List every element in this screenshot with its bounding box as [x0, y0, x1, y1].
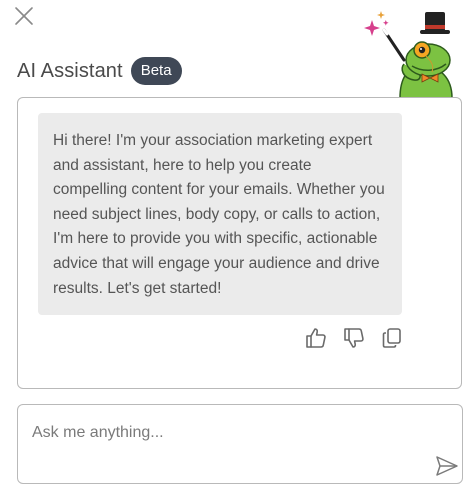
copy-icon	[382, 328, 401, 348]
mascot-illustration	[360, 8, 460, 99]
message-input[interactable]	[32, 419, 412, 447]
send-icon	[436, 456, 458, 476]
close-button[interactable]	[12, 4, 36, 28]
assistant-header: AI Assistant Beta	[17, 57, 182, 85]
send-button[interactable]	[435, 455, 459, 477]
thumbs-up-icon	[306, 328, 326, 348]
message-composer[interactable]	[17, 404, 463, 484]
thumbs-down-icon	[344, 328, 364, 348]
thumbs-up-button[interactable]	[304, 326, 328, 350]
chat-panel[interactable]: Hi there! I'm your association marketing…	[17, 97, 462, 389]
message-actions	[304, 326, 404, 350]
frog-magician-mascot	[364, 11, 453, 99]
beta-badge: Beta	[130, 57, 182, 85]
assistant-message: Hi there! I'm your association marketing…	[38, 113, 402, 315]
thumbs-down-button[interactable]	[342, 326, 366, 350]
close-icon	[15, 7, 33, 25]
page-title: AI Assistant	[17, 59, 123, 82]
copy-button[interactable]	[380, 326, 404, 350]
